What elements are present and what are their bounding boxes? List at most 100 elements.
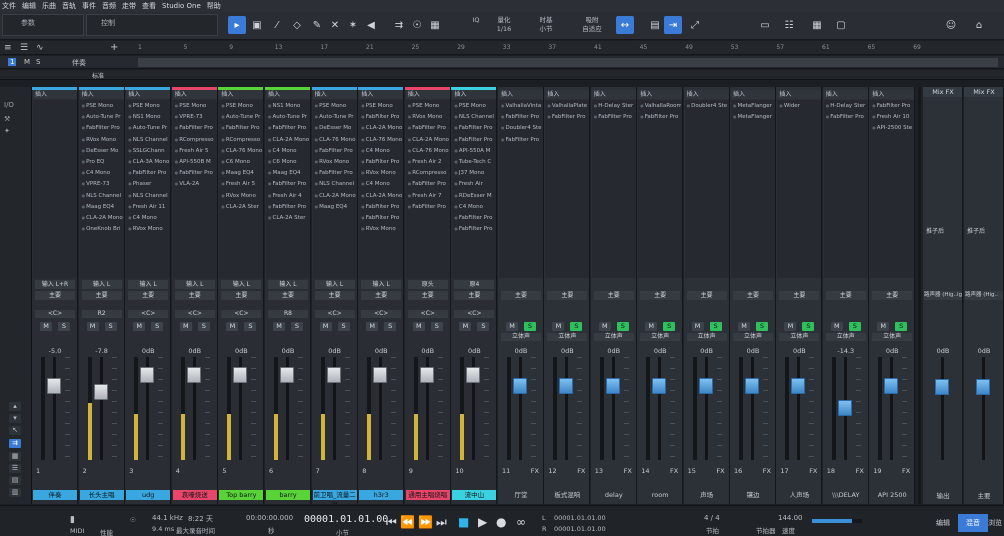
fx-channel-header[interactable]: Mix FX bbox=[923, 87, 962, 97]
fader-track[interactable] bbox=[99, 357, 103, 460]
insert-plugin[interactable]: FabFilter Pro bbox=[453, 135, 495, 144]
browse-view-button[interactable]: 浏览 bbox=[986, 514, 1004, 532]
insert-plugin[interactable]: RVox Mono bbox=[220, 191, 262, 200]
insert-plugin[interactable]: RVox Mono bbox=[81, 135, 123, 144]
fx-gain-readout[interactable]: 0dB bbox=[964, 347, 1003, 355]
gain-readout[interactable]: 0dB bbox=[312, 347, 357, 355]
output-selector[interactable]: 主要 bbox=[174, 291, 215, 300]
insert-plugin[interactable]: Fresh Air 4 bbox=[267, 191, 309, 200]
menu-item[interactable]: 编辑 bbox=[22, 1, 36, 11]
list-icon[interactable]: ☰ bbox=[20, 43, 28, 53]
output-selector[interactable]: 主要 bbox=[268, 291, 308, 300]
solo-button[interactable]: S bbox=[895, 322, 908, 331]
insert-plugin[interactable]: Doubler4 Ste bbox=[686, 101, 728, 110]
insert-plugin[interactable]: FabFilter Pro bbox=[407, 179, 449, 188]
channel-name[interactable]: 声场 bbox=[685, 490, 729, 500]
insert-plugin[interactable]: VPRE-73 bbox=[174, 112, 216, 121]
insert-plugin[interactable]: PSE Mono bbox=[360, 101, 402, 110]
output-selector[interactable]: 主要 bbox=[825, 291, 866, 300]
strip-layout-icon[interactable]: ▦ bbox=[9, 452, 21, 461]
insert-plugin[interactable]: C4 Mono bbox=[453, 202, 495, 211]
insert-slot-area[interactable] bbox=[684, 100, 729, 278]
channel-name[interactable]: delay bbox=[592, 490, 636, 500]
fader-track[interactable] bbox=[797, 357, 801, 460]
insert-header[interactable]: 插入 bbox=[777, 90, 822, 99]
add-track-icon[interactable]: + bbox=[110, 42, 118, 53]
insert-plugin[interactable]: PSE Mono bbox=[127, 101, 169, 110]
insert-plugin[interactable]: C6 Mono bbox=[267, 157, 309, 166]
insert-plugin[interactable]: FabFilter Pro bbox=[360, 202, 402, 211]
bend-tool-icon[interactable]: ✶ bbox=[344, 16, 362, 34]
insert-plugin[interactable]: FabFilter Pro bbox=[500, 135, 542, 144]
insert-plugin[interactable]: RVox Mono bbox=[407, 112, 449, 121]
solo-button[interactable]: S bbox=[477, 322, 490, 331]
insert-plugin[interactable]: Fresh Air 10 bbox=[871, 112, 913, 121]
input-selector[interactable]: 输入 L bbox=[81, 280, 122, 289]
channel-name[interactable]: \\\DELAY bbox=[824, 490, 868, 500]
pan-control[interactable]: 立体声 bbox=[640, 333, 681, 341]
gain-readout[interactable]: 0dB bbox=[172, 347, 217, 355]
insert-plugin[interactable]: Fresh Air 11 bbox=[127, 202, 169, 211]
rewind-icon[interactable]: ⏪ bbox=[400, 515, 415, 529]
insert-plugin[interactable]: ValhallaRoom bbox=[639, 101, 682, 110]
pan-control[interactable]: 立体声 bbox=[501, 333, 541, 341]
menu-item[interactable]: 走带 bbox=[122, 1, 136, 11]
solo-button[interactable]: S bbox=[848, 322, 861, 331]
insert-header[interactable]: 插入 bbox=[359, 90, 404, 99]
insert-plugin[interactable]: API-550B M bbox=[174, 157, 216, 166]
insert-plugin[interactable]: RDeEsser M bbox=[453, 191, 495, 200]
fader-handle[interactable] bbox=[93, 383, 108, 400]
fx-button[interactable]: FX bbox=[902, 467, 910, 475]
output-selector[interactable]: 主要 bbox=[593, 291, 634, 300]
channel-name[interactable]: 前卫唱_流量二混 bbox=[312, 490, 357, 504]
mute-button[interactable]: M bbox=[273, 322, 285, 331]
insert-plugin[interactable]: FabFilter Pro bbox=[174, 168, 216, 177]
input-selector[interactable]: 原4 bbox=[454, 280, 495, 289]
time-signature[interactable]: 4 / 4 bbox=[704, 514, 720, 522]
insert-plugin[interactable]: OneKnob Bri bbox=[81, 224, 123, 233]
insert-plugin[interactable]: RCompresso bbox=[407, 168, 449, 177]
mute-button[interactable]: M bbox=[598, 322, 611, 331]
io-label[interactable]: I/O bbox=[4, 101, 14, 109]
pan-control[interactable]: 立体声 bbox=[686, 333, 727, 341]
insert-plugin[interactable]: NLS Channel bbox=[127, 191, 169, 200]
mute-button[interactable]: M bbox=[784, 322, 797, 331]
gain-readout[interactable]: 0dB bbox=[125, 347, 170, 355]
strip-list-icon[interactable]: ☰ bbox=[9, 464, 21, 473]
fx-channel-name[interactable]: 主要 bbox=[964, 490, 1003, 500]
mute-button[interactable]: M bbox=[738, 322, 750, 331]
insert-header[interactable]: 插入 bbox=[405, 90, 450, 99]
insert-header[interactable]: 插入 bbox=[823, 90, 868, 99]
insert-plugin[interactable]: FabFilter Pro bbox=[267, 202, 309, 211]
insert-header[interactable]: 插入 bbox=[312, 90, 357, 99]
track-row[interactable]: 1 M S 伴奏 bbox=[0, 56, 1004, 69]
insert-plugin[interactable]: CLA-2A Ster bbox=[267, 213, 309, 222]
channel-name[interactable]: room bbox=[638, 490, 682, 500]
fader-track[interactable] bbox=[890, 357, 894, 460]
stop-icon[interactable]: ■ bbox=[458, 515, 469, 529]
insert-slot-area[interactable] bbox=[823, 100, 868, 278]
insert-plugin[interactable]: H-Delay Ster bbox=[593, 101, 635, 110]
insert-slot-area[interactable] bbox=[777, 100, 822, 278]
insert-plugin[interactable]: Maag EQ4 bbox=[267, 168, 309, 177]
time-display[interactable]: 00:00:00.000 bbox=[246, 514, 293, 522]
insert-plugin[interactable]: FabFilter Pro bbox=[360, 112, 402, 121]
snap-toggle-icon[interactable]: ↔ bbox=[616, 16, 634, 34]
snap-grid-icon[interactable]: ▦ bbox=[426, 16, 444, 34]
insert-slot-area[interactable] bbox=[638, 100, 683, 278]
insert-header[interactable]: 插入 bbox=[638, 90, 683, 99]
fx-button[interactable]: FX bbox=[716, 467, 724, 475]
autoscroll-icon[interactable]: ⇉ bbox=[390, 16, 408, 34]
fader-handle[interactable] bbox=[605, 377, 620, 394]
mute-button[interactable]: M bbox=[40, 322, 52, 331]
input-selector[interactable]: 输入 L+R bbox=[35, 280, 75, 289]
gain-readout[interactable]: 0dB bbox=[498, 347, 543, 355]
fader-handle[interactable] bbox=[698, 377, 713, 394]
r-position[interactable]: 00001.01.01.00 bbox=[554, 525, 606, 533]
bar-display[interactable]: 00001.01.01.00 bbox=[304, 514, 388, 525]
channel-name[interactable]: 通用主唱烧唱 bbox=[405, 490, 450, 500]
solo-button[interactable]: S bbox=[291, 322, 303, 331]
mute-button[interactable]: M bbox=[459, 322, 472, 331]
insert-plugin[interactable]: Wider bbox=[778, 101, 820, 110]
gain-readout[interactable]: 0dB bbox=[451, 347, 496, 355]
